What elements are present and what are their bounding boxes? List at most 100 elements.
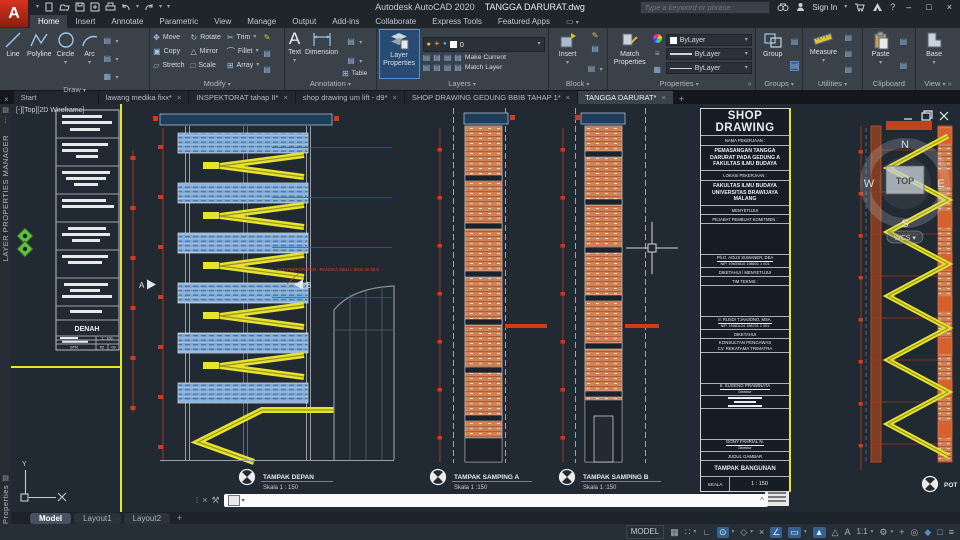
- object-snap-tracking-icon[interactable]: ×: [759, 527, 764, 537]
- panel-label-draw[interactable]: Draw ▾: [3, 84, 146, 96]
- erase-pencil-icon[interactable]: ✎: [264, 34, 271, 42]
- layer-freeze-sun-icon[interactable]: ☀: [434, 40, 440, 48]
- clean-screen-icon[interactable]: □: [937, 527, 942, 537]
- restore-button[interactable]: □: [922, 2, 935, 12]
- drawing-canvas[interactable]: [-][Top][2D Wireframe] DENAH 1 : 100 STR…: [11, 104, 960, 512]
- grid-icon[interactable]: ▦: [670, 527, 679, 537]
- app-store-cart-icon[interactable]: [854, 2, 865, 12]
- arc-tool[interactable]: Arc ▾: [80, 30, 100, 84]
- isodraft-icon[interactable]: ◇: [740, 527, 747, 537]
- graphics-performance-icon[interactable]: ◆: [924, 527, 931, 537]
- help-search-box[interactable]: [640, 0, 771, 14]
- help-icon[interactable]: ?: [890, 2, 895, 12]
- layer-dropdown[interactable]: ● ☀ ● 0 ▾: [422, 36, 545, 52]
- save-icon[interactable]: [75, 2, 85, 12]
- command-expand-icon[interactable]: ^: [760, 496, 764, 505]
- command-caret-icon[interactable]: ▾: [242, 497, 245, 504]
- panel-label-view[interactable]: View ▾ »: [919, 78, 957, 90]
- table-tool[interactable]: ⊞ Table: [342, 69, 367, 78]
- layout1-tab[interactable]: Layout1: [74, 512, 121, 524]
- copy-clip-icon[interactable]: ▤: [900, 38, 908, 46]
- layer-color-swatch[interactable]: [449, 40, 457, 48]
- minimize-button[interactable]: –: [902, 2, 915, 12]
- search-input[interactable]: [641, 2, 770, 12]
- multileader-tool-icon[interactable]: ▤ ▾: [347, 50, 362, 68]
- explode-icon[interactable]: ▤: [263, 50, 271, 58]
- undo-caret-icon[interactable]: ▾: [136, 4, 139, 10]
- object-snap-3d-icon[interactable]: △: [832, 527, 839, 537]
- ribbon-tab-featured[interactable]: Featured Apps: [490, 15, 558, 28]
- layer-lock-icon[interactable]: ●: [443, 41, 447, 47]
- ortho-icon[interactable]: ∟: [702, 527, 711, 537]
- app-caret-icon[interactable]: ▾: [36, 4, 39, 10]
- dimension-tool[interactable]: Dimension: [305, 30, 338, 78]
- layout2-tab[interactable]: Layout2: [123, 512, 171, 524]
- leader-tool-icon[interactable]: ▤ ▾: [347, 31, 362, 49]
- wcs-dropdown[interactable]: WCS ▾: [894, 235, 916, 242]
- measure-button[interactable]: Measure ▾: [806, 30, 840, 78]
- model-tab[interactable]: Model: [30, 512, 72, 524]
- quick-calc-icon[interactable]: ▤: [844, 50, 852, 58]
- cut-clip-icon[interactable]: ▤: [900, 62, 908, 70]
- qat-customize-icon[interactable]: ▾: [167, 4, 170, 10]
- viewport-controls-label[interactable]: [-][Top][2D Wireframe]: [16, 107, 85, 114]
- plot-icon[interactable]: [105, 2, 116, 12]
- fillet-tool[interactable]: ⌒ Fillet ▾: [227, 46, 259, 57]
- insert-block-button[interactable]: Insert ▾: [552, 30, 584, 78]
- object-color-dropdown[interactable]: ByLayer ▾: [665, 34, 752, 46]
- ribbon-tab-insert[interactable]: Insert: [67, 15, 103, 28]
- group-edit-icon[interactable]: ▤: [789, 61, 800, 71]
- ribbon-tab-annotate[interactable]: Annotate: [103, 15, 151, 28]
- viewcube-north[interactable]: N: [901, 139, 909, 151]
- autodesk-logo-icon[interactable]: [872, 2, 883, 12]
- quick-select-icon[interactable]: ▤: [844, 34, 852, 42]
- viewport-window-controls[interactable]: [904, 110, 949, 121]
- layer-properties-manager-tab[interactable]: LAYER PROPERTIES MANAGER: [1, 135, 10, 261]
- ribbon-tab-express[interactable]: Express Tools: [424, 15, 490, 28]
- polyline-tool[interactable]: Polyline: [27, 30, 52, 84]
- isolate-objects-icon[interactable]: ◎: [911, 527, 919, 537]
- command-close-icon[interactable]: ×: [202, 495, 207, 505]
- properties-palette-tab[interactable]: Properties: [1, 484, 10, 524]
- layer-dropdown-caret-icon[interactable]: ▾: [538, 41, 541, 47]
- viewcube-west[interactable]: W: [864, 178, 875, 190]
- rotate-tool[interactable]: ↻ Rotate: [191, 33, 221, 42]
- file-tab[interactable]: SHOP DRAWING GEDUNG BBIB TAHAP 1* ×: [404, 91, 578, 104]
- id-point-icon[interactable]: ▤: [844, 66, 852, 74]
- ribbon-tab-parametric[interactable]: Parametric: [151, 15, 206, 28]
- command-input[interactable]: ▾ ^: [223, 493, 768, 507]
- annotation-visibility-icon[interactable]: A: [845, 527, 851, 537]
- redo-caret-icon[interactable]: ▾: [159, 4, 162, 10]
- trim-tool[interactable]: ✂ Trim ▾: [227, 33, 259, 42]
- ribbon-tab-home[interactable]: Home: [30, 15, 68, 28]
- ribbon-tab-view[interactable]: View: [206, 15, 239, 28]
- snap-icon[interactable]: ∷: [685, 527, 691, 537]
- base-view-button[interactable]: Base ▾: [919, 30, 949, 78]
- block-editor-icon[interactable]: ▤ ▾: [588, 58, 603, 76]
- command-prompt-icon[interactable]: [227, 494, 240, 506]
- selection-cycling-icon[interactable]: ▭: [788, 526, 801, 538]
- match-layer-button[interactable]: ▤ ▤ ▤ ▤ Match Layer: [423, 63, 545, 72]
- move-tool[interactable]: ✥ Move: [153, 33, 184, 42]
- copy-tool[interactable]: ▣ Copy: [153, 47, 184, 56]
- new-file-icon[interactable]: [44, 2, 54, 12]
- ribbon-tab-manage[interactable]: Manage: [239, 15, 284, 28]
- stretch-tool[interactable]: ▱ Stretch: [153, 61, 184, 70]
- object-snap-icon[interactable]: ▲: [812, 526, 826, 538]
- annotation-scale-button[interactable]: 1:1: [857, 528, 868, 536]
- command-wrench-icon[interactable]: ⚒: [212, 495, 220, 506]
- panel-label-properties[interactable]: Properties ▾ »: [611, 78, 751, 90]
- ribbon-tab-addins[interactable]: Add-ins: [324, 15, 367, 28]
- panel-label-block[interactable]: Block ▾: [552, 78, 604, 90]
- offset-icon[interactable]: ▤: [263, 66, 271, 74]
- filebar-close-icon[interactable]: ×: [0, 95, 13, 104]
- group-button[interactable]: Group: [759, 30, 787, 78]
- panel-label-groups[interactable]: Groups ▾: [759, 78, 800, 90]
- sign-in-person-icon[interactable]: [796, 2, 805, 12]
- model-space-toggle[interactable]: MODEL: [625, 525, 665, 539]
- file-tab[interactable]: shop drawing um lift - d9* ×: [295, 91, 404, 104]
- dynamic-input-icon[interactable]: ∠: [770, 526, 783, 538]
- sign-in-label[interactable]: Sign In: [812, 3, 837, 12]
- circle-tool[interactable]: Circle ▾: [56, 30, 76, 84]
- polar-tracking-icon[interactable]: ⊙: [717, 526, 729, 538]
